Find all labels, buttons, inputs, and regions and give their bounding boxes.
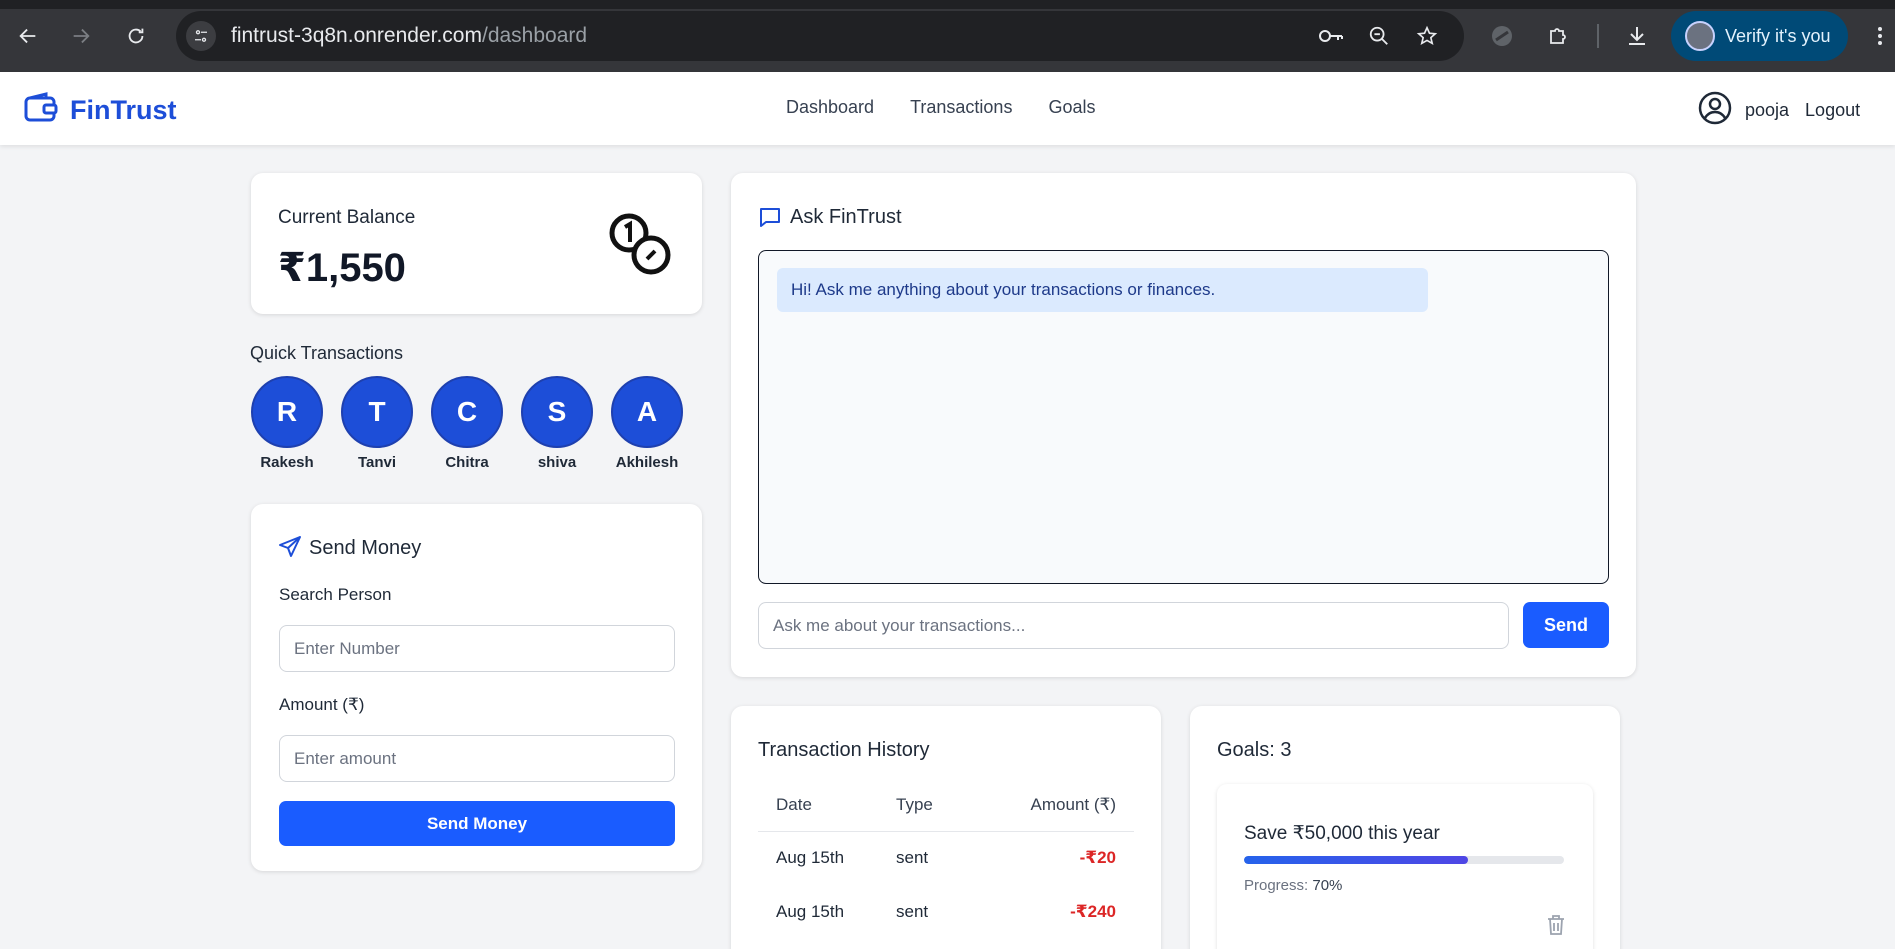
ask-fintrust-card: Ask FinTrust Hi! Ask me anything about y… bbox=[731, 173, 1636, 677]
balance-value: ₹1,550 bbox=[278, 246, 406, 290]
nav-transactions[interactable]: Transactions bbox=[910, 97, 1012, 118]
ask-fintrust-title: Ask FinTrust bbox=[790, 206, 902, 228]
transaction-table: Date Type Amount (₹) Aug 15th sent -₹20 … bbox=[758, 779, 1134, 939]
tab-strip bbox=[0, 0, 1895, 9]
wallet-icon bbox=[24, 92, 58, 129]
contact-name: Chitra bbox=[445, 454, 489, 471]
table-header-row: Date Type Amount (₹) bbox=[758, 779, 1134, 832]
extensions-puzzle-icon[interactable] bbox=[1544, 22, 1572, 50]
row-type: sent bbox=[896, 902, 929, 921]
chat-send-button[interactable]: Send bbox=[1523, 602, 1609, 648]
send-money-title: Send Money bbox=[309, 537, 422, 559]
row-type: sent bbox=[896, 848, 929, 868]
nav-goals[interactable]: Goals bbox=[1048, 97, 1095, 118]
trash-icon[interactable] bbox=[1546, 914, 1566, 941]
profile-avatar bbox=[1685, 21, 1715, 51]
url-path: /dashboard bbox=[481, 24, 588, 47]
coins-icon bbox=[607, 211, 673, 282]
column-header-type: Type bbox=[896, 779, 959, 832]
row-date: Aug 15th bbox=[776, 902, 845, 921]
goal-item: Save ₹50,000 this year Progress: 70% bbox=[1217, 784, 1593, 949]
quick-transactions-title: Quick Transactions bbox=[250, 343, 404, 363]
address-bar[interactable]: fintrust-3q8n.onrender.com/dashboard bbox=[176, 11, 1464, 61]
quick-contact-tanvi[interactable]: T Tanvi bbox=[340, 376, 414, 471]
send-money-button[interactable]: Send Money bbox=[279, 801, 675, 846]
password-key-icon[interactable] bbox=[1318, 23, 1344, 49]
contact-name: Akhilesh bbox=[615, 454, 679, 471]
column-header-amount: Amount (₹) bbox=[958, 779, 1134, 832]
balance-label: Current Balance bbox=[278, 207, 416, 228]
contact-avatar[interactable]: R bbox=[251, 376, 323, 448]
logout-link[interactable]: Logout bbox=[1805, 100, 1860, 121]
search-person-label: Search Person bbox=[279, 585, 392, 604]
goal-progress-bar bbox=[1244, 856, 1564, 864]
quick-contact-akhilesh[interactable]: A Akhilesh bbox=[610, 376, 684, 471]
contact-avatar[interactable]: C bbox=[431, 376, 503, 448]
profile-verify-label: Verify it's you bbox=[1725, 25, 1831, 46]
row-amount: -₹240 bbox=[1070, 902, 1116, 921]
toolbar-separator bbox=[1597, 24, 1599, 48]
reload-icon[interactable] bbox=[122, 22, 150, 50]
paper-plane-icon bbox=[278, 535, 302, 564]
goal-progress-label: Progress: bbox=[1244, 877, 1309, 894]
contact-avatar[interactable]: S bbox=[521, 376, 593, 448]
username: pooja bbox=[1745, 100, 1790, 120]
contact-name: Tanvi bbox=[357, 454, 397, 471]
chat-input[interactable] bbox=[758, 602, 1509, 649]
goal-name: Save ₹50,000 this year bbox=[1244, 823, 1440, 844]
goal-progress-value: 70% bbox=[1312, 877, 1343, 894]
contact-avatar[interactable]: A bbox=[611, 376, 683, 448]
goal-progress-text: Progress: 70% bbox=[1244, 877, 1342, 894]
column-header-date: Date bbox=[758, 779, 896, 832]
amount-input[interactable] bbox=[279, 735, 675, 782]
user-menu: pooja Logout bbox=[1697, 90, 1860, 131]
send-money-card: Send Money Search Person Amount (₹) Send… bbox=[251, 504, 702, 871]
browser-toolbar: fintrust-3q8n.onrender.com/dashboard Ver… bbox=[0, 0, 1895, 72]
goals-title: Goals: 3 bbox=[1217, 739, 1292, 761]
contact-name: shiva bbox=[537, 454, 577, 471]
row-date: Aug 15th bbox=[776, 848, 845, 868]
table-row: Aug 15th sent -₹240 bbox=[758, 885, 1134, 939]
forward-icon[interactable] bbox=[67, 22, 95, 50]
chat-bubble-icon bbox=[758, 206, 782, 233]
quick-contact-chitra[interactable]: C Chitra bbox=[430, 376, 504, 471]
row-amount: -₹20 bbox=[1079, 848, 1116, 868]
nav-links: Dashboard Transactions Goals bbox=[786, 97, 1095, 118]
quick-contact-rakesh[interactable]: R Rakesh bbox=[250, 376, 324, 471]
contact-avatar[interactable]: T bbox=[341, 376, 413, 448]
chat-window[interactable]: Hi! Ask me anything about your transacti… bbox=[758, 250, 1609, 584]
app-navbar: FinTrust Dashboard Transactions Goals po… bbox=[0, 72, 1895, 145]
brand[interactable]: FinTrust bbox=[24, 92, 177, 129]
goals-card: Goals: 3 Save ₹50,000 this year Progress… bbox=[1190, 706, 1620, 949]
quick-contact-shiva[interactable]: S shiva bbox=[520, 376, 594, 471]
profile-verify-button[interactable]: Verify it's you bbox=[1671, 11, 1848, 61]
url-text[interactable]: fintrust-3q8n.onrender.com/dashboard bbox=[231, 24, 587, 48]
table-row: Aug 15th sent -₹20 bbox=[758, 831, 1134, 885]
balance-card: Current Balance ₹1,550 bbox=[251, 173, 702, 314]
more-menu-icon[interactable] bbox=[1866, 22, 1894, 50]
user-circle-icon[interactable] bbox=[1697, 90, 1733, 131]
extension-disabled-icon[interactable] bbox=[1488, 22, 1516, 50]
back-icon[interactable] bbox=[14, 22, 42, 50]
nav-dashboard[interactable]: Dashboard bbox=[786, 97, 874, 118]
goal-progress-fill bbox=[1244, 856, 1468, 864]
brand-name: FinTrust bbox=[70, 95, 177, 125]
zoom-out-icon[interactable] bbox=[1366, 23, 1392, 49]
transaction-history-card: Transaction History Date Type Amount (₹)… bbox=[731, 706, 1161, 949]
bookmark-star-icon[interactable] bbox=[1414, 23, 1440, 49]
transaction-history-title: Transaction History bbox=[758, 739, 930, 761]
contact-name: Rakesh bbox=[260, 454, 314, 471]
url-host: fintrust-3q8n.onrender.com bbox=[231, 24, 482, 47]
download-icon[interactable] bbox=[1623, 22, 1651, 50]
assistant-message: Hi! Ask me anything about your transacti… bbox=[777, 268, 1428, 312]
amount-label: Amount (₹) bbox=[279, 695, 365, 714]
site-info-icon[interactable] bbox=[186, 21, 216, 51]
search-person-input[interactable] bbox=[279, 625, 675, 672]
